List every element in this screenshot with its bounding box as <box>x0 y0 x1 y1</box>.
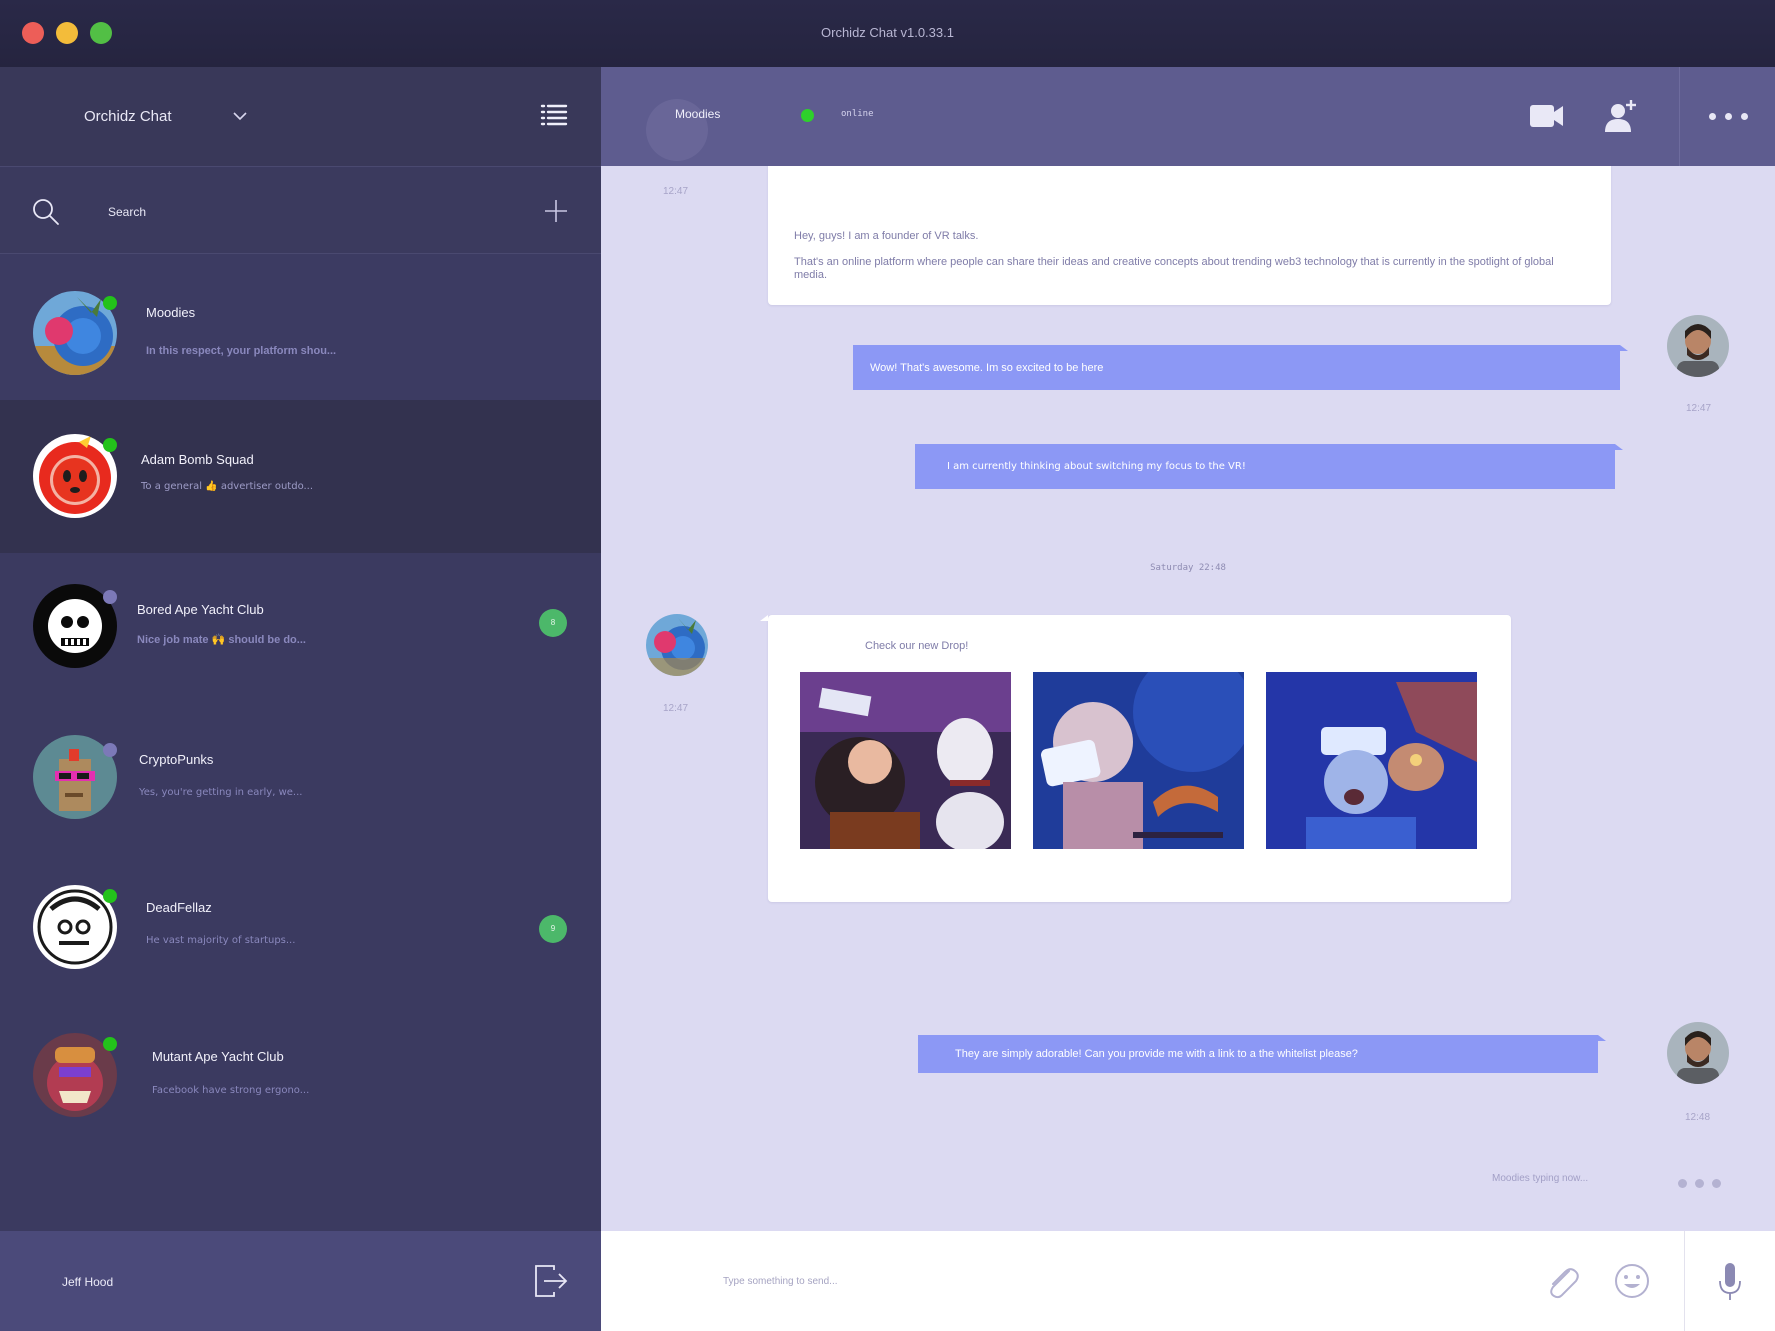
outgoing-message: I am currently thinking about switching … <box>915 444 1623 489</box>
drop-image[interactable] <box>800 672 1011 849</box>
new-chat-plus-icon[interactable] <box>544 199 568 223</box>
add-user-icon[interactable] <box>1604 99 1638 133</box>
menu-list-icon[interactable] <box>540 103 568 127</box>
unread-badge: 9 <box>539 915 567 943</box>
message-text: Check our new Drop! <box>865 640 969 652</box>
drop-image[interactable] <box>1033 672 1244 849</box>
online-status-dot <box>103 296 117 310</box>
bubble-tail <box>1620 345 1628 351</box>
search-bar[interactable]: Search <box>0 168 601 254</box>
offline-status-dot <box>103 590 117 604</box>
more-dot <box>1741 113 1748 120</box>
contact-name: Mutant Ape Yacht Club <box>152 1049 284 1064</box>
message-composer <box>601 1231 1775 1331</box>
contact-preview: In this respect, your platform shou... <box>146 345 337 357</box>
sidebar-header: Orchidz Chat <box>0 67 601 167</box>
message-text: Wow! That's awesome. I​m so excited to b… <box>870 361 1104 374</box>
sidebar: Orchidz Chat Search Moodies In this resp… <box>0 67 650 1331</box>
online-status-dot <box>103 889 117 903</box>
contact-preview: He vast majority of startups... <box>146 935 296 946</box>
message-input[interactable] <box>723 1267 1373 1295</box>
contact-preview: To a general 👍 advertiser outdo... <box>141 481 314 492</box>
microphone-area <box>1684 1231 1775 1331</box>
contact-item-deadfellaz[interactable]: DeadFellaz He vast majority of startups.… <box>0 849 601 997</box>
user-avatar <box>1667 315 1729 377</box>
bubble-tail <box>1598 1035 1606 1041</box>
contact-item-cryptopunks[interactable]: CryptoPunks Yes, you're getting in early… <box>0 701 601 849</box>
contact-name: Adam Bomb Squad <box>141 452 254 467</box>
paperclip-icon[interactable] <box>1543 1263 1581 1301</box>
typing-dot <box>1712 1179 1721 1188</box>
contact-name: Moodies <box>146 305 196 320</box>
chat-header: Moodies online <box>601 67 1775 166</box>
bubble-tail <box>1615 444 1623 450</box>
more-dot <box>1725 113 1732 120</box>
message-time: 12:47 <box>1686 403 1712 414</box>
contact-preview: Facebook have strong ergono... <box>152 1085 310 1096</box>
contact-preview: Nice job mate 🙌 should be do... <box>137 634 306 646</box>
bubble-tail <box>760 615 768 621</box>
online-status-dot <box>103 1037 117 1051</box>
drop-image[interactable] <box>1266 672 1477 849</box>
window-title: Orchidz Chat v1.0.33.1 <box>821 25 954 40</box>
chat-contact-status: online <box>841 109 874 119</box>
outgoing-message: They are simply adorable! Can you provid… <box>918 1035 1606 1073</box>
user-avatar <box>1667 1022 1729 1084</box>
more-options-button[interactable] <box>1679 67 1775 166</box>
online-status-dot <box>801 109 814 122</box>
sidebar-footer: Jeff Hood <box>0 1231 601 1331</box>
message-text: They are simply adorable! Can you provid… <box>955 1048 1358 1060</box>
workspace-title[interactable]: Orchidz Chat <box>84 108 172 125</box>
chat-panel: 12:47 Hey, guys! I am a founder of VR ta… <box>601 67 1775 1331</box>
contact-name: Bored Ape Yacht Club <box>137 602 264 617</box>
message-text: Hey, guys! I am a founder of VR talks. <box>794 230 979 242</box>
search-icon[interactable] <box>32 198 60 226</box>
incoming-message: Hey, guys! I am a founder of VR talks. T… <box>768 143 1611 305</box>
message-text: That's an online platform where people c… <box>794 256 1554 281</box>
more-dot <box>1709 113 1716 120</box>
unread-badge: 8 <box>539 609 567 637</box>
contact-item-adam-bomb-squad[interactable]: Adam Bomb Squad To a general 👍 advertise… <box>0 400 650 553</box>
contact-name: CryptoPunks <box>139 752 214 767</box>
current-user-name[interactable]: Jeff Hood <box>62 1275 113 1289</box>
message-text: I am currently thinking about switching … <box>947 461 1246 472</box>
contact-avatar <box>646 614 708 676</box>
offline-status-dot <box>103 743 117 757</box>
title-bar: Orchidz Chat v1.0.33.1 <box>0 0 1775 67</box>
contact-item-moodies[interactable]: Moodies In this respect, your platform s… <box>0 254 601 402</box>
chat-contact-name[interactable]: Moodies <box>675 107 720 121</box>
day-separator: Saturday 22:48 <box>1150 563 1226 573</box>
logout-icon[interactable] <box>534 1264 568 1298</box>
contact-name: DeadFellaz <box>146 900 212 915</box>
contact-item-mutant-ape-yacht-club[interactable]: Mutant Ape Yacht Club Facebook have stro… <box>0 997 601 1145</box>
microphone-icon[interactable] <box>1713 1261 1747 1301</box>
typing-dot <box>1695 1179 1704 1188</box>
incoming-message: Check our new Drop! <box>760 615 1511 902</box>
outgoing-message: Wow! That's awesome. I​m so excited to b… <box>853 345 1628 390</box>
video-call-icon[interactable] <box>1530 104 1564 128</box>
contact-preview: Yes, you're getting in early, we... <box>139 787 303 798</box>
chevron-down-icon[interactable] <box>232 111 248 121</box>
message-time: 12:47 <box>663 186 689 197</box>
online-status-dot <box>103 438 117 452</box>
typing-dot <box>1678 1179 1687 1188</box>
message-time: 12:48 <box>1685 1112 1711 1123</box>
message-time: 12:47 <box>663 703 689 714</box>
search-input[interactable]: Search <box>108 205 146 219</box>
typing-indicator-text: Moodies typing now... <box>1492 1173 1589 1184</box>
emoji-icon[interactable] <box>1614 1263 1650 1299</box>
contact-item-bored-ape-yacht-club[interactable]: Bored Ape Yacht Club Nice job mate 🙌 sho… <box>0 553 601 701</box>
